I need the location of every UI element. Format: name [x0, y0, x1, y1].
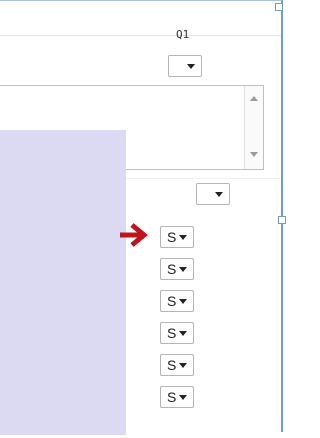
arrow-right-icon	[120, 223, 148, 247]
select-value: S	[167, 325, 177, 341]
chevron-down-icon	[179, 331, 187, 336]
header-row	[0, 3, 281, 36]
select-value: S	[167, 229, 177, 245]
chevron-down-icon	[179, 363, 187, 368]
chevron-down-icon	[179, 299, 187, 304]
chevron-down-icon	[179, 267, 187, 272]
column-header-q1: Q1	[176, 28, 190, 41]
scroll-up-icon[interactable]	[250, 96, 258, 101]
scroll-down-icon[interactable]	[250, 152, 258, 157]
row-select-2[interactable]: S	[160, 258, 194, 280]
chevron-down-icon	[179, 395, 187, 400]
select-value: S	[167, 389, 177, 405]
select-value: S	[167, 293, 177, 309]
row-select-6[interactable]: S	[160, 386, 194, 408]
q1-header-select[interactable]	[168, 55, 202, 77]
select-value: S	[167, 261, 177, 277]
chevron-down-icon	[187, 64, 195, 69]
row-select-4[interactable]: S	[160, 322, 194, 344]
vertical-scrollbar[interactable]	[244, 86, 263, 169]
row-select-1[interactable]: S	[160, 226, 194, 248]
chevron-down-icon	[179, 235, 187, 240]
row-select-3[interactable]: S	[160, 290, 194, 312]
row-select-blank[interactable]	[196, 183, 230, 205]
chevron-down-icon	[215, 192, 223, 197]
select-value: S	[167, 357, 177, 373]
row-select-5[interactable]: S	[160, 354, 194, 376]
highlight-side-panel	[0, 130, 126, 435]
resize-handle-right[interactable]	[278, 216, 286, 224]
